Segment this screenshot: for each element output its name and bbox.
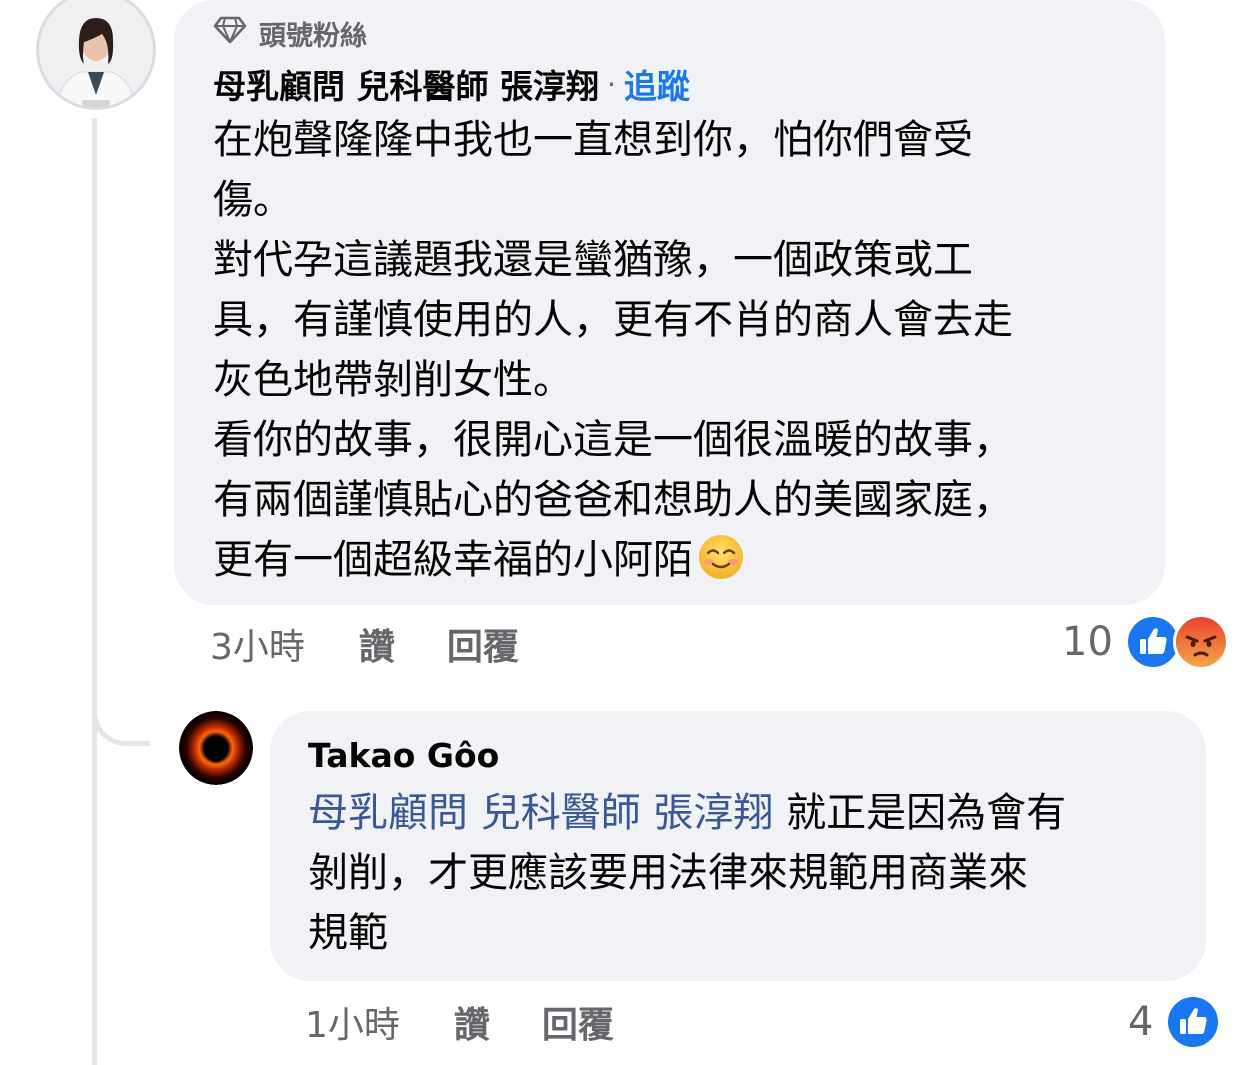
diamond-icon	[213, 16, 247, 51]
like-button[interactable]: 讚	[454, 996, 490, 1048]
reaction-summary[interactable]: 4	[1128, 994, 1222, 1050]
thread-connector	[92, 640, 150, 746]
comment-timestamp[interactable]: 3小時	[210, 618, 305, 670]
reply-line: 規範	[308, 910, 388, 956]
mention-link[interactable]: 母乳顧問 兒科醫師 張淳翔	[308, 790, 773, 836]
reply-line: 剝削，才更應該要用法律來規範用商業來	[308, 850, 1028, 896]
like-icon	[1165, 994, 1222, 1050]
smiling-face-icon	[697, 533, 745, 581]
follow-link[interactable]: 追蹤	[624, 60, 690, 108]
reply-author[interactable]: Takao Gôo	[308, 736, 499, 775]
reaction-count: 10	[1062, 619, 1113, 665]
reaction-count: 4	[1128, 999, 1154, 1045]
separator-dot: ·	[606, 67, 616, 101]
thread-line	[92, 118, 97, 1065]
reply-button[interactable]: 回覆	[542, 996, 614, 1048]
comment-line: 傷。	[213, 177, 293, 223]
reply-button[interactable]: 回覆	[447, 618, 519, 670]
reply-text: 母乳顧問 兒科醫師 張淳翔 就正是因為會有 剝削，才更應該要用法律來規範用商業來…	[308, 783, 1188, 963]
comment-line: 灰色地帶剝削女性。	[213, 357, 573, 403]
angry-icon	[1172, 614, 1229, 670]
comment-line: 在炮聲隆隆中我也一直想到你，怕你們會受	[213, 117, 973, 163]
comment-line: 有兩個謹慎貼心的爸爸和想助人的美國家庭，	[213, 477, 1013, 523]
top-fan-badge: 頭號粉絲	[213, 14, 367, 53]
badge-label: 頭號粉絲	[259, 21, 367, 52]
like-button[interactable]: 讚	[359, 618, 395, 670]
reply-line-text: 就正是因為會有	[773, 790, 1067, 836]
reply-timestamp[interactable]: 1小時	[305, 996, 400, 1048]
comment-actions: 3小時 讚 回覆	[210, 618, 519, 670]
reply-line-first: 母乳顧問 兒科醫師 張淳翔 就正是因為會有	[308, 783, 1188, 843]
comment-author-row: 母乳顧問 兒科醫師 張淳翔 · 追蹤	[213, 60, 690, 108]
reaction-summary[interactable]: 10	[1062, 614, 1229, 670]
comment-line: 具，有謹慎使用的人，更有不肖的商人會去走	[213, 297, 1013, 343]
reply-actions: 1小時 讚 回覆	[305, 996, 614, 1048]
comment-text: 在炮聲隆隆中我也一直想到你，怕你們會受 傷。 對代孕這議題我還是蠻猶豫，一個政策…	[213, 110, 1148, 590]
avatar[interactable]	[36, 0, 156, 110]
comment-line: 對代孕這議題我還是蠻猶豫，一個政策或工	[213, 237, 973, 283]
comment-author[interactable]: 母乳顧問 兒科醫師 張淳翔	[213, 60, 599, 108]
comment-line-last: 更有一個超級幸福的小阿陌	[213, 530, 1148, 590]
comment-line-text: 更有一個超級幸福的小阿陌	[213, 537, 693, 583]
comment-line: 看你的故事，很開心這是一個很溫暖的故事，	[213, 417, 1013, 463]
avatar[interactable]	[179, 711, 253, 785]
